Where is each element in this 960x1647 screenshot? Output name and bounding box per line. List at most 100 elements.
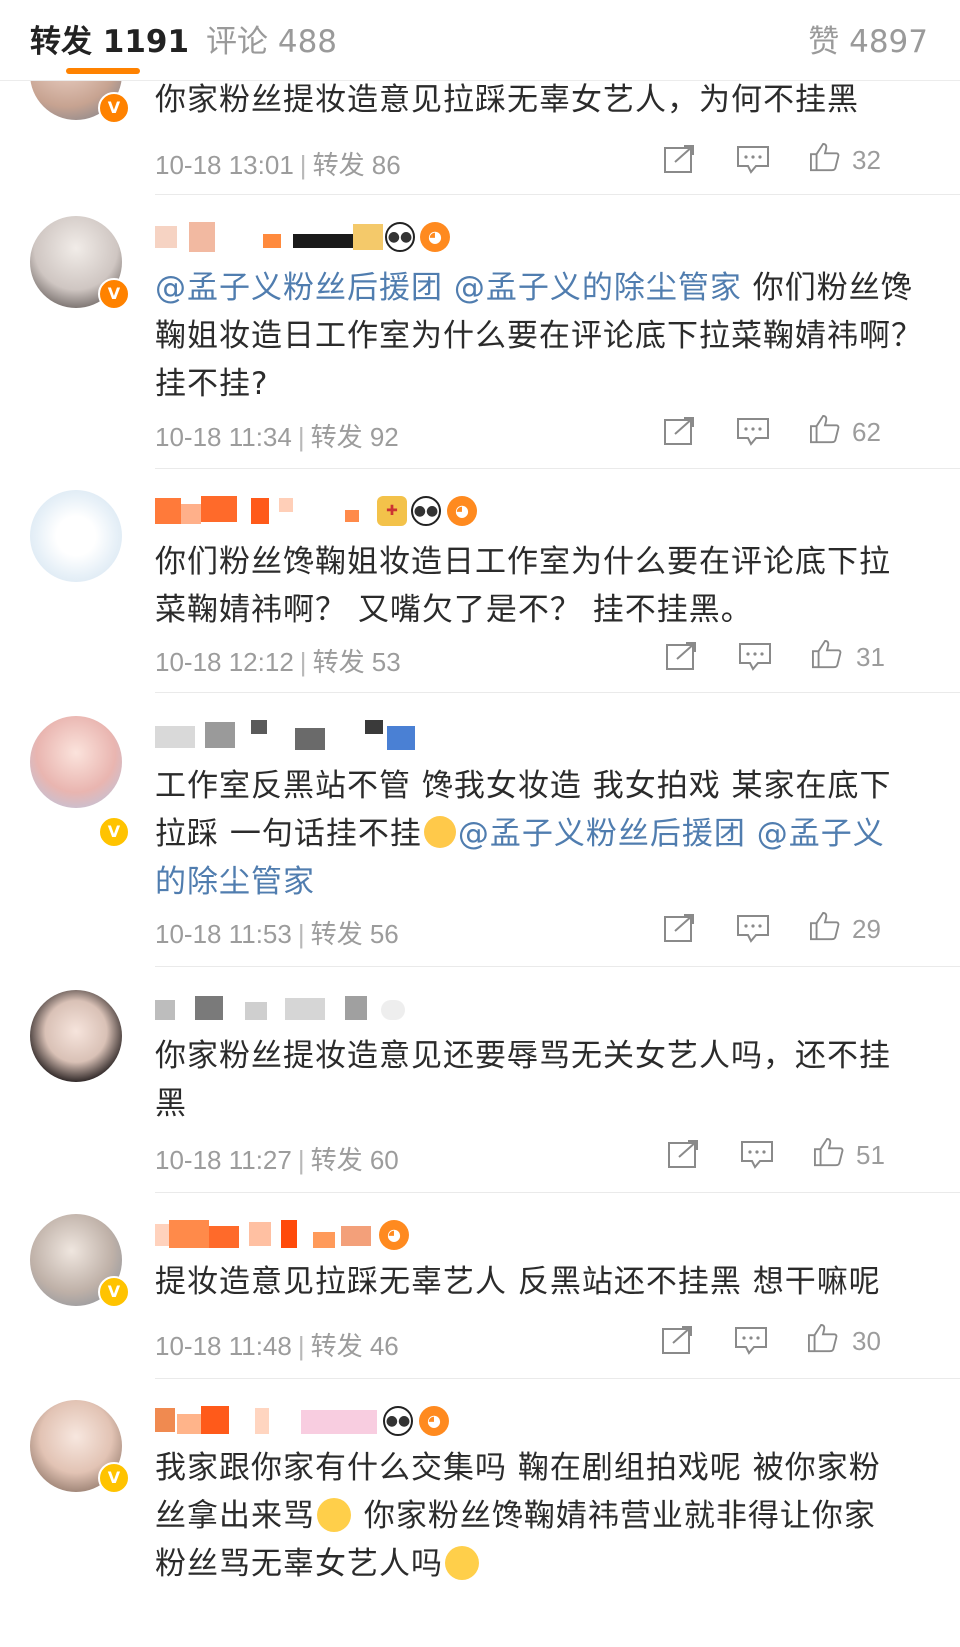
panda-emoji-icon: ●● [383,1406,413,1436]
nickname-mosaic [169,1220,209,1248]
like-count: 62 [852,417,881,447]
comment-icon[interactable] [736,913,770,943]
thumbs-up-icon[interactable] [812,1137,846,1167]
post-time: 10-18 11:34 [155,422,292,452]
nickname-mosaic [345,510,359,522]
nickname-mosaic [387,726,415,750]
avatar[interactable] [30,716,122,808]
thumbs-up-icon[interactable] [808,911,842,941]
post-content: @孟子义粉丝后援团 @孟子义的除尘管家 你们粉丝馋鞠姐妆造日工作室为什么要在评论… [155,264,935,408]
nickname-mosaic [295,728,325,750]
share-icon[interactable] [667,1139,701,1169]
repost-count: 转发 53 [312,647,401,677]
share-icon[interactable] [661,1325,695,1355]
meta-separator: | [299,150,307,180]
like-count: 32 [852,145,881,175]
divider [155,194,960,195]
emoji-hug-icon [423,816,456,848]
nickname-mosaic [155,726,195,748]
nickname[interactable] [155,718,455,754]
nickname-mosaic [245,1002,267,1020]
nickname-mosaic [249,1222,271,1246]
comment-icon[interactable] [736,144,770,174]
thumbs-up-icon[interactable] [810,639,844,669]
share-icon[interactable] [665,641,699,671]
nickname-mosaic [189,222,215,252]
nickname-mosaic [301,1410,377,1434]
fish-emoji-icon: ◕ [379,1220,409,1250]
nickname-mosaic [353,224,383,250]
avatar[interactable] [30,490,122,582]
repost-count: 转发 92 [310,422,399,452]
emoji-thinking-icon [317,1498,351,1532]
nickname[interactable]: ◕ [155,1218,445,1254]
nickname-mosaic [263,234,281,248]
nickname-mosaic [281,1220,297,1248]
post-content: 你家粉丝提妆造意见还要辱骂无关女艺人吗，还不挂黑 [155,1038,891,1122]
thumbs-up-icon[interactable] [806,1323,840,1353]
verified-badge-icon: V [98,1276,130,1308]
nickname[interactable]: ●● ◕ [155,220,455,256]
comment-icon[interactable] [734,1325,768,1355]
avatar[interactable] [30,990,122,1082]
tab-like[interactable]: 赞 4897 [808,16,928,61]
post-time: 10-18 11:48 [155,1331,292,1361]
post-content: 工作室反黑站不管 馋我女妆造 我女拍戏 某家在底下拉踩 一句话挂不挂 @孟子义粉丝… [155,762,895,906]
nickname-mosaic [155,226,177,248]
nickname-mosaic [205,722,235,748]
post-time: 10-18 11:53 [155,919,292,949]
post-meta: 10-18 13:01 | 转发 86 [155,145,401,182]
nickname[interactable]: ●● ◕ [155,1404,485,1440]
mention-link[interactable]: @孟子义粉丝后援团 [458,816,746,852]
emoji-confused-icon [445,1546,479,1580]
post-time: 10-18 11:27 [155,1145,292,1175]
comment-icon[interactable] [738,641,772,671]
nickname[interactable] [155,992,415,1028]
nickname-mosaic [251,498,269,524]
post-meta: 10-18 12:12 | 转发 53 [155,642,401,679]
nickname-mosaic [251,720,267,734]
mention-link[interactable]: @孟子义粉丝后援团 [155,270,443,306]
panda-emoji-icon: ●● [411,496,441,526]
thumbs-up-icon[interactable] [808,142,842,172]
tab-repost[interactable]: 转发 1191 [30,16,189,61]
repost-count: 转发 86 [312,150,401,180]
nickname-mosaic [345,996,367,1020]
share-icon[interactable] [663,144,697,174]
share-icon[interactable] [663,416,697,446]
repost-count: 转发 56 [310,919,399,949]
nickname-mosaic [285,998,325,1020]
nickname-mosaic [155,1224,169,1246]
meta-separator: | [297,422,305,452]
post-time: 10-18 13:01 [155,150,294,180]
nickname[interactable]: ✚ ●● ◕ [155,494,495,530]
fish-emoji-icon: ◕ [419,1406,449,1436]
share-icon[interactable] [663,913,697,943]
divider [155,692,960,693]
divider [155,1192,960,1193]
comment-icon[interactable] [736,416,770,446]
thumbs-up-icon[interactable] [808,414,842,444]
post-content: 你们粉丝馋鞠姐妆造日工作室为什么要在评论底下拉菜鞠婧祎啊？ 又嘴欠了是不？ 挂不… [155,544,891,628]
post-meta: 10-18 11:53 | 转发 56 [155,914,399,951]
post-meta: 10-18 11:27 | 转发 60 [155,1140,399,1177]
nickname-mosaic [201,1406,229,1434]
post-content: 提妆造意见拉踩无辜艺人 反黑站还不挂黑 想干嘛呢 [155,1264,881,1300]
tab-comment[interactable]: 评论 488 [206,16,337,61]
tab-bar: 转发 1191 评论 488 赞 4897 [0,0,960,81]
fish-emoji-icon: ◕ [447,496,477,526]
post-content: 我家跟你家有什么交集吗 鞠在剧组拍戏呢 被你家粉丝拿出来骂 你家粉丝馋鞠婧祎营业… [155,1444,895,1588]
nickname-mosaic [195,996,223,1020]
nickname-mosaic [293,234,353,248]
sticker-emoji-icon: ✚ [377,496,407,526]
repost-list: V 你家粉丝提妆造意见拉踩无辜女艺人，为何不挂黑 10-18 13:01 | 转发 … [0,0,960,1647]
nickname-mosaic [255,1408,269,1434]
verified-badge-icon: V [98,92,130,124]
mention-link[interactable]: @孟子义的除尘管家 [454,270,742,306]
divider [155,468,960,469]
post-time: 10-18 12:12 [155,647,294,677]
fish-emoji-icon: ◕ [420,222,450,252]
nickname-mosaic [177,1414,201,1434]
comment-icon[interactable] [740,1139,774,1169]
post-meta: 10-18 11:48 | 转发 46 [155,1326,399,1363]
